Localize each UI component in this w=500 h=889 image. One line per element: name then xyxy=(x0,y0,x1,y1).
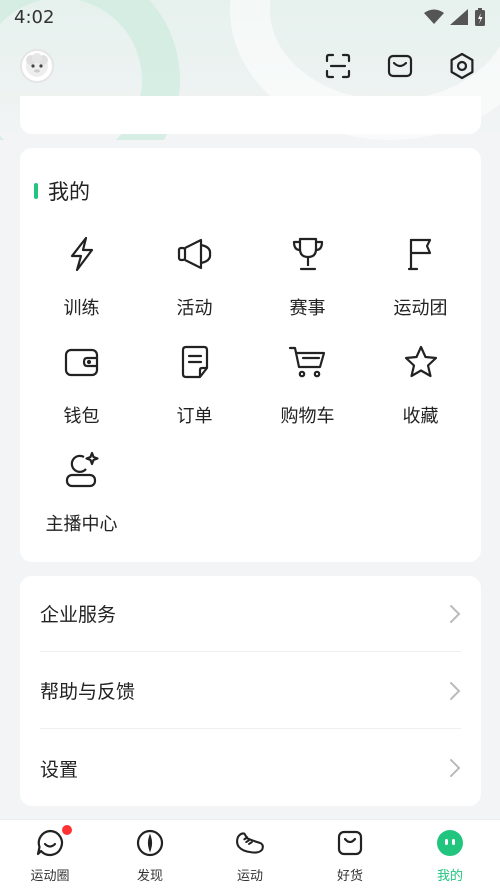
grid-item-label: 收藏 xyxy=(402,406,439,427)
grid-item-streamer-center[interactable]: 主播中心 xyxy=(24,450,139,536)
status-bar: 4:02 xyxy=(0,0,500,34)
grid-item-label: 订单 xyxy=(176,406,213,427)
grid-item-label: 运动团 xyxy=(393,298,448,319)
scan-button[interactable] xyxy=(320,48,356,84)
grid-item-label: 购物车 xyxy=(280,406,335,427)
face-icon xyxy=(437,830,463,856)
grid-item-label: 钱包 xyxy=(63,406,100,427)
grid-item-activity[interactable]: 活动 xyxy=(137,234,252,320)
my-section-card: 我的 训练 活动 赛事 运动团 钱包 订单 购物车 收藏 主播中心 xyxy=(20,148,481,562)
grid-item-events[interactable]: 赛事 xyxy=(250,234,365,320)
menu-item-label: 帮助与反馈 xyxy=(40,681,136,703)
menu-item-settings[interactable]: 设置 xyxy=(40,730,461,806)
scan-icon xyxy=(325,53,351,79)
menu-item-enterprise-service[interactable]: 企业服务 xyxy=(40,576,461,652)
section-title-text: 我的 xyxy=(48,180,90,204)
star-icon xyxy=(404,345,437,378)
tab-label: 好货 xyxy=(336,869,363,884)
system-icons xyxy=(424,7,486,27)
grid-item-cart[interactable]: 购物车 xyxy=(250,342,365,428)
chevron-right-icon xyxy=(450,604,461,623)
tab-label: 运动 xyxy=(236,869,263,884)
bottom-tab-bar: 运动圈 发现 运动 好货 我的 xyxy=(0,819,500,889)
lightning-icon xyxy=(70,236,93,272)
message-button[interactable] xyxy=(382,48,418,84)
avatar[interactable] xyxy=(20,49,54,83)
cart-icon xyxy=(288,346,325,378)
gear-icon xyxy=(450,52,474,80)
grid-item-label: 训练 xyxy=(63,298,100,319)
order-icon xyxy=(181,345,208,379)
tab-sport[interactable]: 运动 xyxy=(200,820,300,889)
wallet-icon xyxy=(64,348,98,377)
sneaker-icon xyxy=(236,832,264,854)
tab-label: 我的 xyxy=(436,869,463,884)
signal-icon xyxy=(450,9,468,25)
mail-icon xyxy=(387,54,413,78)
tab-circle[interactable]: 运动圈 xyxy=(0,820,100,889)
grid-item-favorites[interactable]: 收藏 xyxy=(363,342,478,428)
flag-icon xyxy=(407,238,431,271)
previous-card-bottom xyxy=(20,96,481,134)
compass-icon xyxy=(136,829,164,857)
grid-item-wallet[interactable]: 钱包 xyxy=(24,342,139,428)
grid-item-sports-group[interactable]: 运动团 xyxy=(363,234,478,320)
streamer-icon xyxy=(65,451,99,488)
megaphone-icon xyxy=(177,238,211,270)
sheep-avatar-icon xyxy=(26,53,48,77)
grid-item-label: 主播中心 xyxy=(45,514,118,535)
tab-label: 发现 xyxy=(136,869,163,884)
notification-badge xyxy=(62,825,72,835)
wifi-icon xyxy=(424,9,444,24)
bag-icon xyxy=(337,830,363,856)
chevron-right-icon xyxy=(450,759,461,777)
trophy-icon xyxy=(292,237,323,271)
tab-goods[interactable]: 好货 xyxy=(300,820,400,889)
menu-card: 企业服务 帮助与反馈 设置 xyxy=(20,576,481,806)
top-bar xyxy=(0,44,500,88)
chat-bubble-icon xyxy=(36,829,64,857)
status-time: 4:02 xyxy=(14,6,55,28)
grid-item-label: 活动 xyxy=(176,298,213,319)
grid-item-label: 赛事 xyxy=(289,298,326,319)
menu-item-help-feedback[interactable]: 帮助与反馈 xyxy=(40,653,461,729)
top-actions xyxy=(320,48,480,84)
grid-item-orders[interactable]: 订单 xyxy=(137,342,252,428)
tab-discover[interactable]: 发现 xyxy=(100,820,200,889)
tab-label: 运动圈 xyxy=(30,869,70,884)
menu-item-label: 设置 xyxy=(40,758,79,781)
section-title: 我的 xyxy=(34,176,90,206)
settings-button[interactable] xyxy=(444,48,480,84)
menu-item-label: 企业服务 xyxy=(40,604,117,626)
battery-icon xyxy=(475,8,485,26)
chevron-right-icon xyxy=(450,681,461,700)
title-accent-bar xyxy=(34,183,38,199)
grid-item-training[interactable]: 训练 xyxy=(24,234,139,320)
tab-mine[interactable]: 我的 xyxy=(400,820,500,889)
